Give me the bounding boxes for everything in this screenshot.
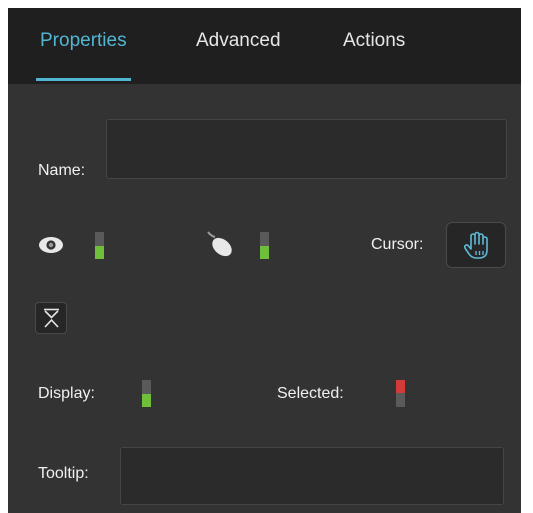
visibility-toggle-fill [95,246,104,259]
cursor-picker-button[interactable] [446,222,506,268]
hand-cursor-icon [463,231,488,259]
tooltip-label: Tooltip: [38,465,89,482]
eye-icon[interactable] [38,236,64,254]
tab-properties-label: Properties [40,30,127,51]
display-toggle[interactable] [142,380,151,407]
selected-toggle[interactable] [396,380,405,407]
cursor-label: Cursor: [371,236,424,253]
collapse-button[interactable] [35,302,67,334]
tab-properties[interactable]: Properties [36,30,131,84]
active-tab-underline [36,78,131,81]
name-label: Name: [38,162,86,179]
mouse-icon[interactable] [202,229,236,261]
tab-bar: Properties Advanced Actions [8,8,521,84]
display-label: Display: [38,385,95,402]
tab-actions[interactable]: Actions [343,30,405,84]
name-input[interactable] [106,119,507,179]
tab-advanced[interactable]: Advanced [196,30,281,84]
mouse-enabled-toggle[interactable] [260,232,269,259]
collapse-icon [44,308,59,328]
tab-advanced-label: Advanced [196,30,281,51]
display-toggle-fill [142,394,151,407]
selected-label: Selected: [277,385,344,402]
properties-panel: Properties Advanced Actions Name: Cursor… [8,8,521,513]
visibility-toggle[interactable] [95,232,104,259]
tab-actions-label: Actions [343,30,406,51]
mouse-enabled-toggle-fill [260,246,269,259]
selected-toggle-fill [396,380,405,393]
tooltip-input[interactable] [120,447,504,505]
